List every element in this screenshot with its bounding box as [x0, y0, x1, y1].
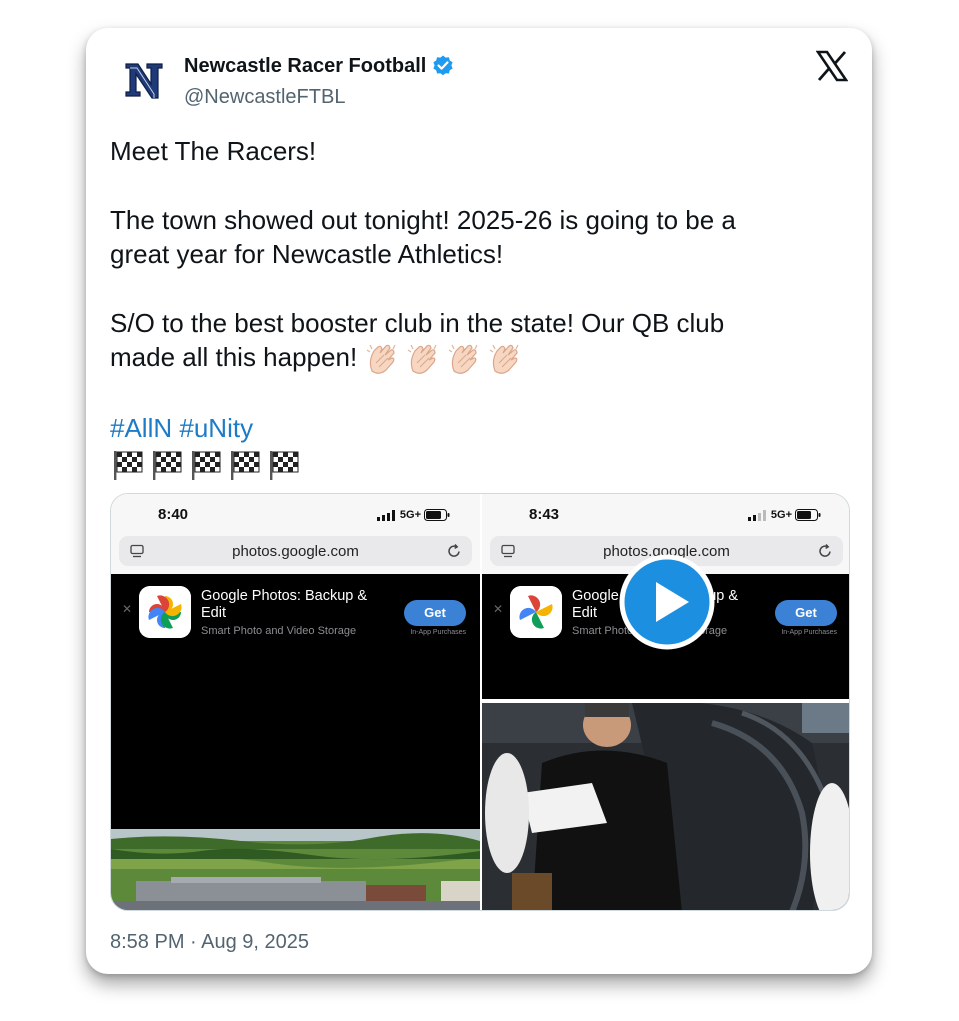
url-text: photos.google.com: [232, 543, 359, 560]
tweet-timestamp[interactable]: 8:58 PM · Aug 9, 2025: [110, 931, 309, 954]
clap-emoji-icon: [367, 344, 396, 374]
google-photos-icon: [510, 586, 562, 638]
phone-status-bar: 8:40 5G+: [111, 494, 480, 534]
phone-status-bar: 8:43 5G+: [482, 494, 849, 534]
app-install-banner: ✕ Google Photos: Backup & Edit Smart Pho…: [111, 574, 480, 699]
get-button[interactable]: Get: [404, 600, 466, 626]
in-app-purchases-label: In-App Purchases: [781, 629, 837, 636]
hashtag-line: #AllN #uNity: [110, 411, 830, 446]
play-icon[interactable]: [619, 554, 715, 650]
close-icon[interactable]: ✕: [493, 602, 503, 616]
media-grid[interactable]: 8:40 5G+ photos.google.com ✕ Google Phot…: [110, 493, 850, 911]
media-image-left[interactable]: 8:40 5G+ photos.google.com ✕ Google Phot…: [111, 494, 480, 910]
clap-emoji-icon: [449, 344, 478, 374]
tweet-line: great year for Newcastle Athletics!: [110, 239, 504, 269]
network-label: 5G+: [770, 509, 792, 521]
network-label: 5G+: [399, 509, 421, 521]
blank-page-area: [111, 699, 480, 831]
hashtag-link[interactable]: #AllN: [110, 413, 172, 443]
battery-icon: [795, 509, 821, 521]
tweet-line: made all this happen!: [110, 342, 365, 372]
signal-icon: [747, 509, 766, 521]
signal-indicator: 5G+: [376, 509, 450, 521]
newcastle-n-logo[interactable]: [124, 58, 164, 102]
tweet-card: Newcastle Racer Football @NewcastleFTBL …: [86, 28, 872, 974]
tweet-body: Meet The Racers! The town showed out ton…: [110, 134, 830, 482]
video-thumbnail[interactable]: [482, 703, 850, 911]
chequered-flag-icon: [114, 450, 143, 480]
get-button[interactable]: Get: [775, 600, 837, 626]
address-bar[interactable]: photos.google.com: [119, 536, 472, 566]
tweet-line-with-emoji: made all this happen!: [110, 340, 830, 377]
google-photos-icon: [139, 586, 191, 638]
reload-icon[interactable]: [817, 543, 833, 559]
clap-emoji-icon: [490, 344, 519, 374]
chequered-flag-icon: [270, 450, 299, 480]
hashtag-link[interactable]: #uNity: [179, 413, 253, 443]
signal-indicator: 5G+: [747, 509, 821, 521]
chequered-flag-icon: [231, 450, 260, 480]
clap-emoji-icon: [408, 344, 437, 374]
close-icon[interactable]: ✕: [122, 602, 132, 616]
status-time: 8:40: [158, 506, 189, 523]
app-title: Google Photos: Backup & Edit: [201, 588, 368, 621]
in-app-purchases-label: In-App Purchases: [410, 629, 466, 636]
user-handle[interactable]: @NewcastleFTBL: [184, 86, 345, 109]
chequered-flag-icon: [192, 450, 221, 480]
verified-icon: [433, 55, 453, 76]
aerial-photo: [111, 829, 480, 910]
display-name[interactable]: Newcastle Racer Football: [184, 55, 426, 78]
tweet-line: S/O to the best booster club in the stat…: [110, 307, 725, 338]
tweet-line: Meet The Racers!: [110, 136, 317, 166]
reload-icon[interactable]: [446, 543, 462, 559]
chequered-flag-icon: [153, 450, 182, 480]
clap-emojis: [364, 341, 523, 377]
signal-icon: [376, 509, 395, 521]
battery-icon: [424, 509, 450, 521]
tweet-line: The town showed out tonight! 2025-26 is …: [110, 204, 736, 235]
flag-emojis: [110, 446, 830, 482]
status-time: 8:43: [529, 506, 560, 523]
app-subtitle: Smart Photo and Video Storage: [201, 625, 357, 637]
x-logo-icon[interactable]: [816, 50, 848, 82]
media-video-right[interactable]: 8:43 5G+ photos.google.com ✕ Google & Ed…: [482, 494, 850, 911]
